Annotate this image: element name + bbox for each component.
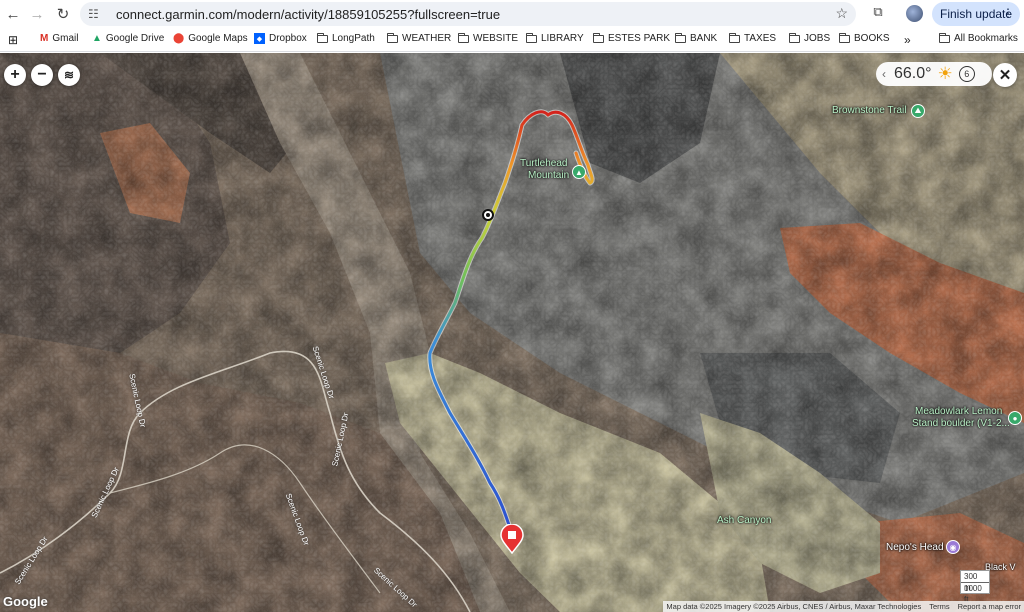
reload-icon[interactable]: ↻ [50, 1, 76, 27]
bookmark-label: LIBRARY [541, 33, 584, 44]
sun-icon: ☀ [937, 64, 953, 83]
folder-icon [675, 32, 686, 43]
site-info-icon[interactable]: ☷ [88, 7, 106, 21]
bookmark-label: Gmail [52, 33, 79, 44]
browser-toolbar: ← → ↻ ☷ connect.garmin.com/modern/activi… [0, 0, 1024, 28]
bookmark-label: LongPath [332, 33, 375, 44]
folder-icon [729, 32, 740, 43]
label-meadowlark-1: Meadowlark Lemon [915, 406, 1003, 417]
maps-pin-icon: ⬤ [173, 33, 185, 44]
apps-grid-icon[interactable]: ⊞ [8, 33, 18, 47]
folder-icon [789, 32, 800, 43]
bookmark-folder-estes-park[interactable]: ESTES PARK [593, 32, 671, 44]
bookmark-label: JOBS [804, 33, 831, 44]
label-brownstone-trail: Brownstone Trail [832, 105, 907, 116]
bookmark-dropbox[interactable]: ◆ Dropbox [254, 33, 307, 44]
chevron-left-icon[interactable]: ‹ [882, 67, 886, 81]
gmail-icon: M [40, 33, 49, 44]
scale-imperial: 1000 ft [961, 582, 989, 604]
bookmarks-bar: ⊞ M Gmail ▲ Google Drive ⬤ Google Maps ◆ Dro… [0, 28, 1024, 52]
google-logo: Google [3, 594, 48, 609]
folder-icon [526, 32, 537, 43]
trail-poi-icon[interactable]: ⛰ [911, 104, 925, 118]
layers-icon[interactable]: ≋ [58, 64, 80, 86]
zoom-out-button[interactable]: − [31, 64, 53, 86]
bookmark-folder-taxes[interactable]: TAXES [729, 32, 777, 44]
bookmark-folder-library[interactable]: LIBRARY [526, 32, 584, 44]
bookmark-label: BANK [690, 33, 718, 44]
label-turtlehead-1: Turtlehead [520, 158, 568, 169]
back-icon[interactable]: ← [0, 1, 26, 27]
satellite-map[interactable]: + − ≋ ‹ 66.0° ☀ 6 ✕ Brownstone Trail ⛰ T… [0, 53, 1024, 612]
boulder-poi-icon[interactable]: ● [1008, 411, 1022, 425]
bookmarks-overflow-button[interactable]: » [904, 33, 911, 47]
bookmark-google-drive[interactable]: ▲ Google Drive [92, 33, 164, 44]
dropbox-icon: ◆ [254, 33, 265, 44]
bookmark-folder-jobs[interactable]: JOBS [789, 32, 831, 44]
label-meadowlark-2: Stand boulder (V1-2... [912, 418, 1010, 429]
folder-icon [839, 32, 850, 43]
weather-widget[interactable]: ‹ 66.0° ☀ 6 [876, 62, 992, 86]
all-bookmarks-button[interactable]: All Bookmarks [939, 32, 1018, 44]
finish-update-button[interactable]: Finish update ⋮ [932, 2, 1020, 26]
bookmark-gmail[interactable]: M Gmail [40, 33, 78, 44]
label-nepos-head: Nepo's Head [886, 542, 944, 553]
close-fullscreen-button[interactable]: ✕ [993, 63, 1017, 87]
attribution-text: Map data ©2025 Imagery ©2025 Airbus, CNE… [666, 602, 922, 611]
bookmark-star-icon[interactable]: ☆ [835, 5, 848, 22]
bookmark-folder-bank[interactable]: BANK [675, 32, 718, 44]
scale-metric: 300 m [964, 572, 978, 592]
bookmark-label: Dropbox [269, 33, 307, 44]
map-scale[interactable]: 300 m 1000 ft [960, 570, 990, 604]
folder-icon [317, 32, 328, 43]
zoom-in-button[interactable]: + [4, 64, 26, 86]
forward-icon[interactable]: → [24, 1, 50, 27]
address-bar[interactable]: ☷ connect.garmin.com/modern/activity/188… [80, 2, 856, 26]
profile-avatar[interactable] [906, 5, 923, 22]
temperature: 66.0° [894, 65, 932, 82]
bookmark-label: ESTES PARK [608, 33, 671, 44]
bookmark-folder-website[interactable]: WEBSITE [458, 32, 519, 44]
label-turtlehead-2: Mountain [528, 170, 570, 181]
drive-icon: ▲ [92, 33, 102, 44]
terms-link[interactable]: Terms [929, 602, 949, 611]
map-attribution: Map data ©2025 Imagery ©2025 Airbus, CNE… [663, 601, 1024, 612]
extensions-icon[interactable]: ⧉ [869, 4, 887, 22]
bookmark-google-maps[interactable]: ⬤ Google Maps [173, 33, 248, 44]
label-ash-canyon: Ash Canyon [717, 515, 772, 526]
folder-icon [387, 32, 398, 43]
wind-speed: 6 [958, 66, 975, 82]
bookmark-label: WEATHER [402, 33, 452, 44]
bookmark-folder-longpath[interactable]: LongPath [317, 32, 375, 44]
url-text: connect.garmin.com/modern/activity/18859… [116, 6, 501, 22]
report-error-link[interactable]: Report a map error [958, 602, 1021, 611]
folder-icon [593, 32, 604, 43]
bookmark-folder-weather[interactable]: WEATHER [387, 32, 452, 44]
bookmark-label: Google Drive [105, 33, 165, 44]
start-marker-icon[interactable] [500, 524, 524, 554]
folder-icon [939, 32, 950, 43]
bookmark-label: BOOKS [854, 33, 890, 44]
folder-icon [458, 32, 469, 43]
bookmark-label: TAXES [744, 33, 777, 44]
bookmark-label: All Bookmarks [954, 33, 1018, 44]
camera-poi-icon[interactable]: ◉ [946, 540, 960, 554]
summit-poi-icon[interactable]: ▲ [572, 165, 586, 179]
bookmark-folder-books[interactable]: BOOKS [839, 32, 890, 44]
bookmark-label: WEBSITE [473, 33, 519, 44]
menu-dots-icon: ⋮ [1002, 6, 1014, 20]
bookmark-label: Google Maps [188, 33, 248, 44]
